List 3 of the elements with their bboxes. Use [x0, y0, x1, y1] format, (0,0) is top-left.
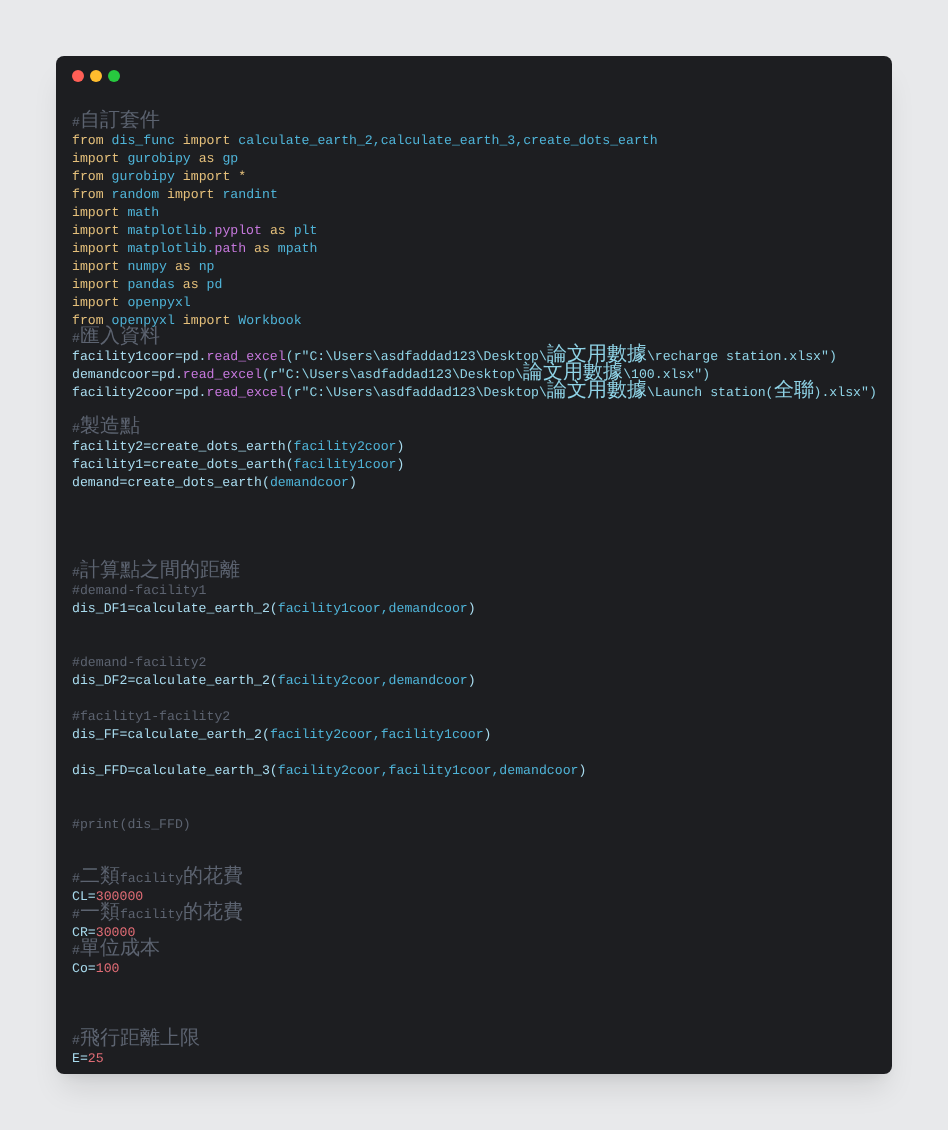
maximize-button[interactable] [108, 70, 120, 82]
close-button[interactable] [72, 70, 84, 82]
minimize-button[interactable] [90, 70, 102, 82]
